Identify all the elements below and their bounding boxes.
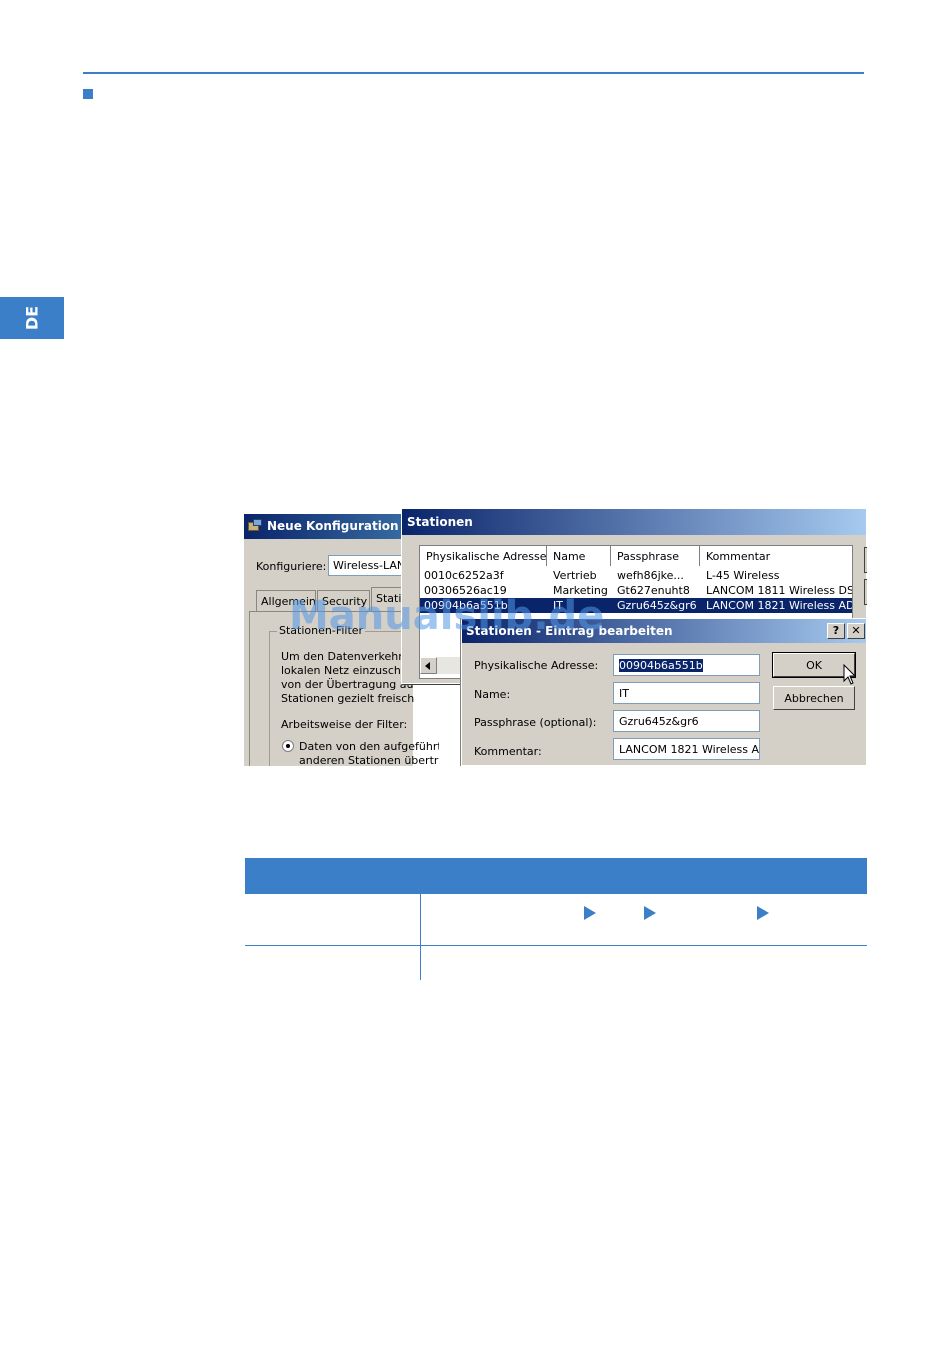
field-label-address: Physikalische Adresse: [474,659,599,672]
column-header-name[interactable]: Name [547,546,611,566]
address-value: 00904b6a551b [619,659,703,672]
main-window-title-bar[interactable]: Neue Konfiguration fü [244,514,413,539]
arrow-right-icon [757,906,769,920]
cancel-button[interactable]: Abbrechen [773,686,855,710]
radio-option-label: Daten von den aufgeführten St [299,740,439,753]
field-label-comment: Kommentar: [474,745,542,758]
side-button[interactable] [864,579,867,605]
watermark: Manualslib.de [289,593,605,639]
column-header-passphrase[interactable]: Passphrase [611,546,700,566]
filter-mode-radio[interactable] [282,740,294,752]
field-label-passphrase: Passphrase (optional): [474,716,597,729]
table-column-divider [420,894,421,980]
help-icon[interactable]: ? [827,623,845,639]
cell-comment: LANCOM 1811 Wireless DSL [706,584,853,597]
close-icon[interactable]: ✕ [847,623,865,639]
language-tab: DE [0,297,64,339]
table-row[interactable]: 0010c6252a3f Vertrieb wefh86jke... L-45 … [420,568,852,583]
edit-entry-dialog: Stationen - Eintrag bearbeiten ? ✕ Physi… [461,618,867,766]
column-header-address[interactable]: Physikalische Adresse [420,546,547,566]
cell-comment: L-45 Wireless [706,569,780,582]
address-input[interactable]: 00904b6a551b [613,654,760,676]
arrow-right-icon [644,906,656,920]
passphrase-input[interactable]: Gzru645z&gr6 [613,710,760,732]
name-input[interactable]: IT [613,682,760,704]
scroll-left-icon[interactable] [420,657,437,674]
config-app-icon [248,519,263,533]
radio-option-label: anderen Stationen übertragen [299,754,439,766]
comment-input[interactable]: LANCOM 1821 Wireless AI [613,738,760,760]
description-line: lokalen Netz einzuschrä [281,664,413,677]
side-button[interactable] [864,547,867,573]
language-tab-label: DE [22,305,42,331]
description-line: Stationen gezielt freisch [281,692,415,705]
description-line: Um den Datenverkehr z [281,650,413,663]
cell-address: 0010c6252a3f [424,569,504,582]
column-header-comment[interactable]: Kommentar [700,546,852,566]
filter-mode-label: Arbeitsweise der Filter: [281,718,408,731]
header-rule [83,72,864,74]
header-bullet [83,89,93,99]
stations-window-title[interactable]: Stationen [402,509,866,535]
cell-passphrase: wefh86jke... [617,569,684,582]
cell-comment: LANCOM 1821 Wireless ADS [706,599,853,612]
cell-name: Vertrieb [553,569,597,582]
main-window-title: Neue Konfiguration fü [267,519,413,533]
arrow-right-icon [584,906,596,920]
configure-label: Konfiguriere: [256,560,327,573]
field-label-name: Name: [474,688,511,701]
mouse-pointer-icon [843,664,857,685]
table-header-bar [245,858,867,894]
table-row-divider [245,945,867,946]
main-config-window: Neue Konfiguration fü Konfiguriere: Wire… [243,514,439,766]
description-line: von der Übertragung au [281,678,414,691]
